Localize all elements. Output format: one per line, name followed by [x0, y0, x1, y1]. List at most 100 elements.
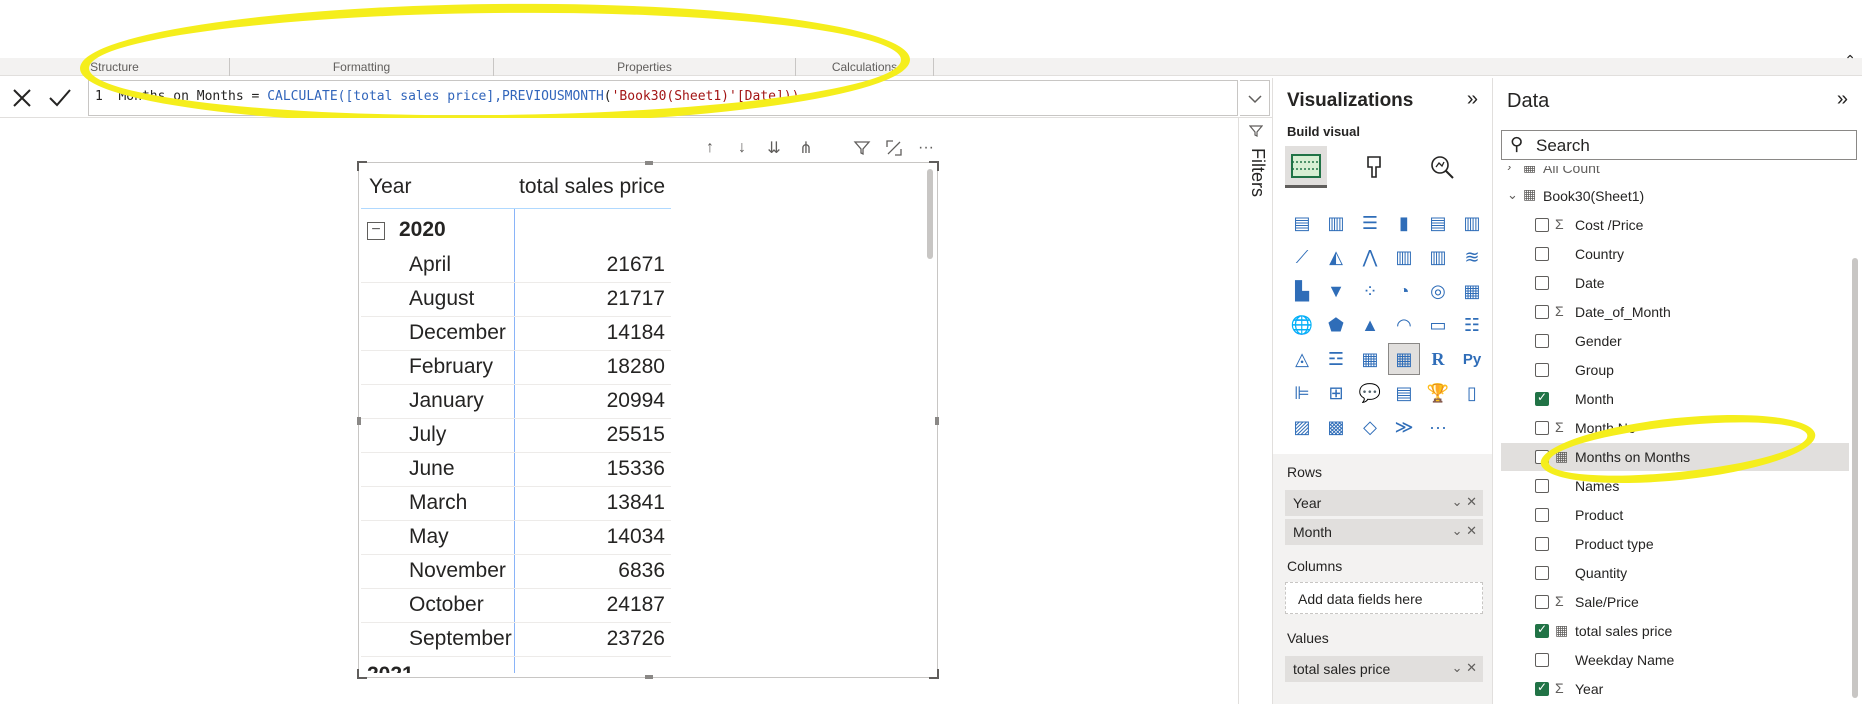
gauge-icon[interactable]: ◠ — [1389, 310, 1419, 340]
field-item-product[interactable]: Product — [1501, 501, 1849, 529]
field-checkbox[interactable] — [1535, 595, 1549, 609]
funnel-chart-icon[interactable]: ▼ — [1321, 276, 1351, 306]
clustered-bar-chart-icon[interactable]: ☰ — [1355, 208, 1385, 238]
field-item-weekday-name[interactable]: Weekday Name — [1501, 646, 1849, 674]
filters-pane-collapsed[interactable]: Filters — [1238, 118, 1272, 704]
field-checkbox[interactable] — [1535, 276, 1549, 290]
filled-map-icon[interactable]: ⬟ — [1321, 310, 1351, 340]
table-icon[interactable]: ▦ — [1355, 344, 1385, 374]
scatter-chart-icon[interactable]: ⁘ — [1355, 276, 1385, 306]
power-automate-icon[interactable]: ▩ — [1321, 412, 1351, 442]
table-row[interactable]: February 18280 — [361, 351, 671, 385]
resize-handle-right[interactable] — [935, 417, 939, 425]
field-item-months-on-months[interactable]: ▦ Months on Months — [1501, 443, 1849, 471]
table-row[interactable]: September 23726 — [361, 623, 671, 657]
pie-chart-icon[interactable]: ◔ — [1389, 276, 1419, 306]
more-options-icon[interactable]: ··· — [916, 138, 936, 158]
table-row[interactable]: May 14034 — [361, 521, 671, 555]
values-field-total-sales-price[interactable]: total sales price ⌄ ✕ — [1285, 656, 1483, 682]
field-checkbox[interactable] — [1535, 334, 1549, 348]
field-checkbox[interactable] — [1535, 247, 1549, 261]
field-checkbox[interactable] — [1535, 218, 1549, 232]
matrix-scrollbar[interactable] — [927, 169, 933, 259]
map-icon[interactable]: 🌐 — [1287, 310, 1317, 340]
paginated-report-icon[interactable]: ▯ — [1457, 378, 1487, 408]
field-checkbox[interactable] — [1535, 566, 1549, 580]
python-visual-icon[interactable]: Py — [1457, 344, 1487, 374]
formula-expand-button[interactable] — [1240, 80, 1270, 116]
rows-field-year[interactable]: Year ⌄ ✕ — [1285, 490, 1483, 516]
collapse-visualizations-icon[interactable]: » — [1467, 88, 1478, 111]
field-checkbox[interactable] — [1535, 653, 1549, 667]
donut-chart-icon[interactable]: ◎ — [1423, 276, 1453, 306]
build-visual-tab[interactable] — [1285, 146, 1327, 188]
field-checkbox[interactable] — [1535, 680, 1549, 696]
power-apps-icon[interactable]: ▨ — [1287, 412, 1317, 442]
clustered-column-chart-icon[interactable]: ▮ — [1389, 208, 1419, 238]
treemap-icon[interactable]: ▦ — [1457, 276, 1487, 306]
commit-formula-button[interactable] — [46, 84, 74, 112]
columns-drop-zone[interactable]: Add data fields here — [1285, 582, 1483, 614]
field-checkbox[interactable] — [1535, 421, 1549, 435]
data-pane-scrollbar[interactable] — [1852, 258, 1858, 698]
table-row[interactable]: July 25515 — [361, 419, 671, 453]
field-checkbox[interactable] — [1535, 450, 1549, 464]
card-icon[interactable]: ▭ — [1423, 310, 1453, 340]
100-stacked-column-chart-icon[interactable]: ▥ — [1457, 208, 1487, 238]
more-visuals-icon[interactable]: ··· — [1423, 412, 1453, 442]
field-options-icon[interactable]: ⌄ ✕ — [1452, 660, 1477, 676]
drill-up-icon[interactable]: ↑ — [700, 138, 720, 158]
area-chart-icon[interactable]: ◭ — [1321, 242, 1351, 272]
resize-corner-bottom-right[interactable] — [929, 669, 939, 679]
drill-down-icon[interactable]: ↓ — [732, 138, 752, 158]
field-checkbox[interactable] — [1535, 508, 1549, 522]
column-header-year[interactable]: Year — [369, 175, 411, 199]
field-checkbox[interactable] — [1535, 390, 1549, 406]
filter-icon[interactable] — [852, 138, 872, 158]
go-to-next-level-icon[interactable]: ⇊ — [764, 138, 784, 158]
field-options-icon[interactable]: ⌄ ✕ — [1452, 523, 1477, 539]
table-row[interactable]: November 6836 — [361, 555, 671, 589]
field-item-gender[interactable]: Gender — [1501, 327, 1849, 355]
field-item-names[interactable]: Names — [1501, 472, 1849, 500]
table-row[interactable]: June 15336 — [361, 453, 671, 487]
100-stacked-bar-chart-icon[interactable]: ▤ — [1423, 208, 1453, 238]
ribbon-collapse-icon[interactable]: ⌃ — [1844, 52, 1856, 69]
collapse-toggle-icon[interactable]: − — [367, 222, 385, 240]
waterfall-chart-icon[interactable]: ▙ — [1287, 276, 1317, 306]
stacked-bar-chart-icon[interactable]: ▤ — [1287, 208, 1317, 238]
focus-mode-icon[interactable] — [884, 138, 904, 158]
rows-field-month[interactable]: Month ⌄ ✕ — [1285, 519, 1483, 545]
r-script-visual-icon[interactable]: R — [1423, 344, 1453, 374]
cancel-formula-button[interactable] — [8, 84, 36, 112]
line-and-column-chart-icon[interactable]: ▥ — [1389, 242, 1419, 272]
field-item-month[interactable]: Month — [1501, 385, 1849, 413]
field-item-group[interactable]: Group — [1501, 356, 1849, 384]
slicer-icon[interactable]: ☲ — [1321, 344, 1351, 374]
field-item-date-of-month[interactable]: Σ Date_of_Month — [1501, 298, 1849, 326]
stacked-area-chart-icon[interactable]: ⋀ — [1355, 242, 1385, 272]
field-item-country[interactable]: Country — [1501, 240, 1849, 268]
stacked-column-chart-icon[interactable]: ▥ — [1321, 208, 1351, 238]
matrix-visual[interactable]: Year total sales price − 2020 April 21671… — [357, 161, 939, 679]
table-row[interactable]: October 24187 — [361, 589, 671, 623]
matrix-icon[interactable]: ▦ — [1388, 343, 1420, 375]
search-input[interactable]: ⚲ Search — [1501, 130, 1857, 160]
dax-formula-input[interactable]: 1 Months on Months = CALCULATE([total sa… — [88, 80, 1238, 116]
field-checkbox[interactable] — [1535, 305, 1549, 319]
table-row[interactable]: April 21671 — [361, 249, 671, 283]
smart-narrative-icon[interactable]: ▤ — [1389, 378, 1419, 408]
resize-handle-bottom[interactable] — [645, 675, 653, 679]
qna-icon[interactable]: 💬 — [1355, 378, 1385, 408]
field-item-cost-price[interactable]: Σ Cost /Price — [1501, 211, 1849, 239]
column-header-total-sales-price[interactable]: total sales price — [519, 175, 665, 199]
goals-icon[interactable]: 🏆 — [1423, 378, 1453, 408]
kpi-icon[interactable]: ◬ — [1287, 344, 1317, 374]
field-checkbox[interactable] — [1535, 537, 1549, 551]
field-item-date[interactable]: Date — [1501, 269, 1849, 297]
key-influencers-icon[interactable]: ⊫ — [1287, 378, 1317, 408]
table-row[interactable]: March 13841 — [361, 487, 671, 521]
line-chart-icon[interactable]: ⟋ — [1287, 242, 1317, 272]
multi-row-card-icon[interactable]: ☷ — [1457, 310, 1487, 340]
field-options-icon[interactable]: ⌄ ✕ — [1452, 494, 1477, 510]
